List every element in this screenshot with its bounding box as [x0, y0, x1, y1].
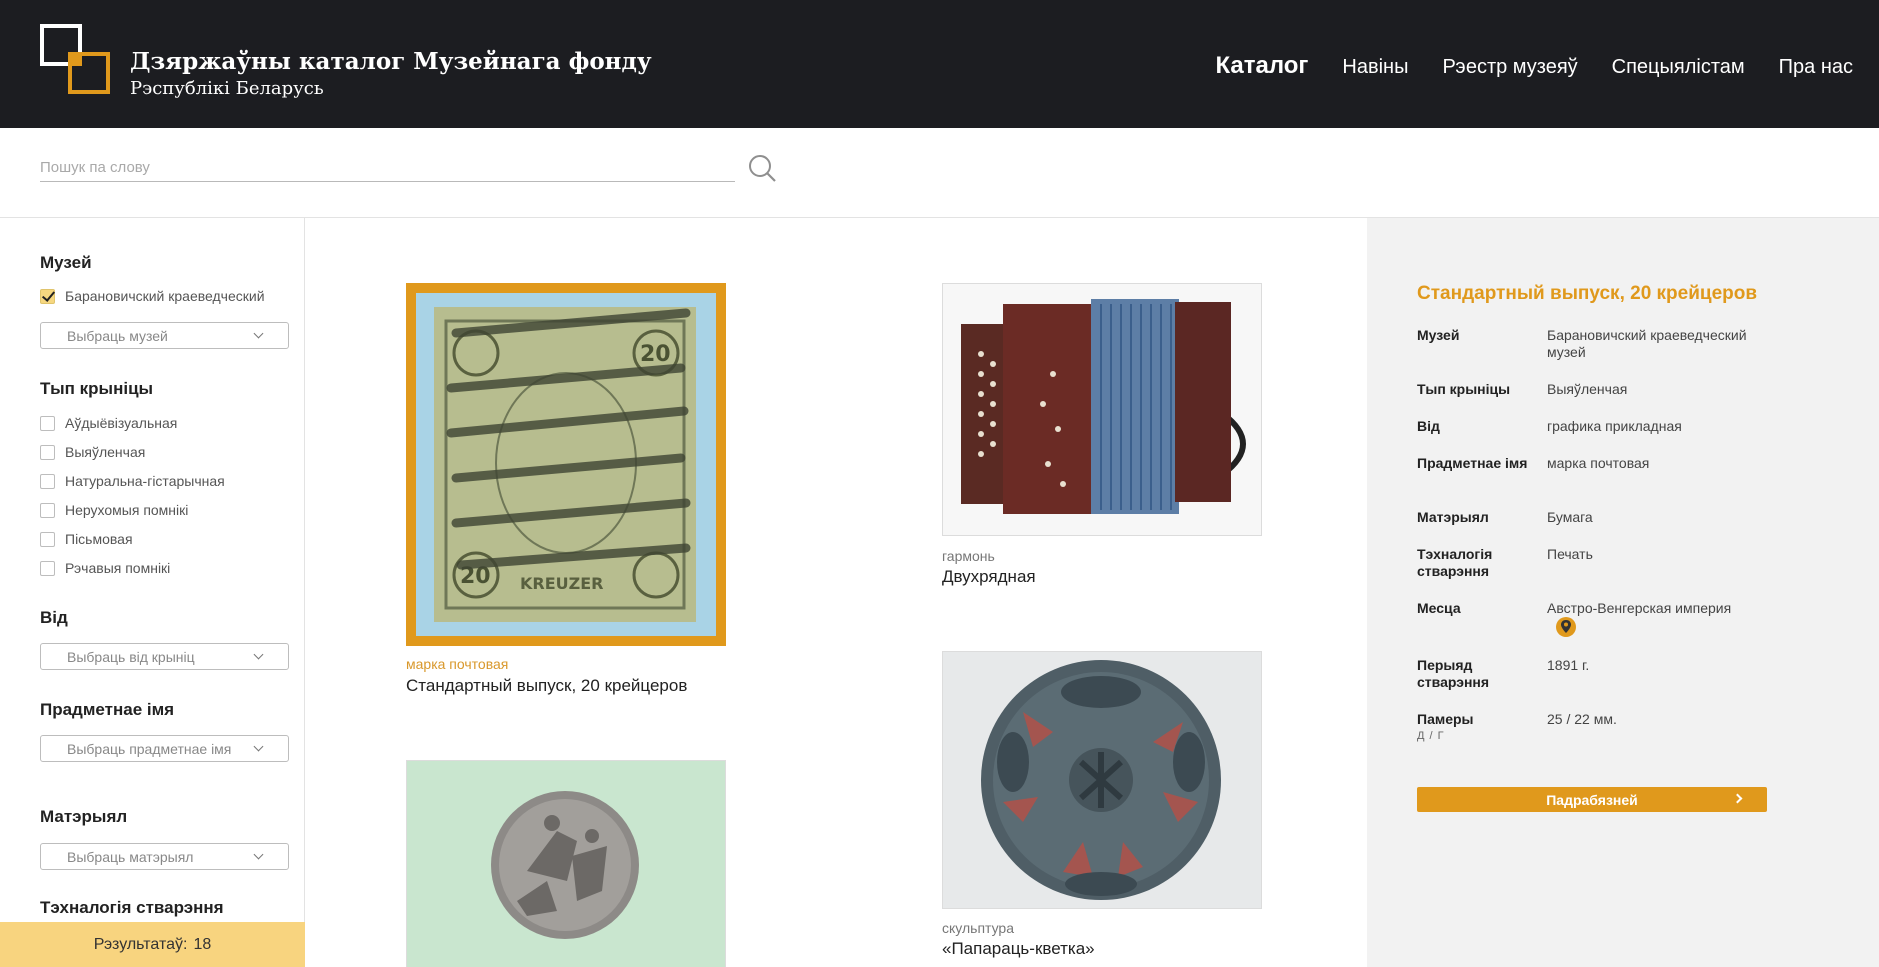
card-title[interactable]: Стандартный выпуск, 20 крейцеров: [406, 676, 687, 696]
detail-label: Тэхналогія стварэння: [1417, 546, 1493, 579]
select-subject[interactable]: Выбраць прадметнае імя: [40, 735, 289, 762]
nav-museum-registry[interactable]: Рэестр музеяў: [1442, 56, 1577, 79]
more-details-button[interactable]: Падрабязней: [1417, 787, 1767, 812]
filter-source-option[interactable]: Выяўленчая: [40, 444, 145, 460]
accordion-image: [943, 284, 1261, 535]
detail-label: Перыяд стварэння: [1417, 657, 1490, 690]
checkbox-label: Выяўленчая: [65, 444, 146, 460]
sculpture-image: [943, 652, 1261, 908]
checkbox-label: Нерухомыя помнікі: [65, 502, 189, 518]
results-label: Рэзультатаў:: [93, 935, 188, 953]
detail-value: графика прикладная: [1547, 418, 1682, 434]
main-nav: Каталог Навіны Рэестр музеяў Спецыяліста…: [1215, 52, 1853, 80]
checkbox-label: Барановичский краеведческий: [65, 288, 265, 304]
filter-source-option[interactable]: Рэчавыя помнікі: [40, 560, 170, 576]
filter-source-title: Тып крыніцы: [40, 379, 154, 398]
card-image-stamp[interactable]: 20 20 KREUZER: [406, 283, 726, 646]
filter-kind-title: Від: [40, 608, 68, 627]
filter-source-option[interactable]: Натуральна-гістарычная: [40, 473, 225, 489]
search-bar: [40, 155, 735, 182]
stamp-image: 20 20 KREUZER: [416, 293, 716, 636]
chevron-right-icon: [1732, 793, 1743, 804]
checkbox[interactable]: [40, 415, 55, 431]
detail-label: Тып крыніцы: [1417, 381, 1511, 397]
card-type: марка почтовая: [406, 656, 509, 672]
detail-value: марка почтовая: [1547, 455, 1650, 471]
card-type: гармонь: [942, 548, 995, 564]
checkbox-label: Натуральна-гістарычная: [65, 473, 225, 489]
detail-label: Музей: [1417, 327, 1460, 343]
card-image-sculpture[interactable]: [942, 651, 1262, 909]
chevron-down-icon: [253, 328, 264, 339]
checkbox[interactable]: [40, 531, 55, 547]
site-logo[interactable]: [40, 24, 112, 96]
checkbox-label: Аўдыёвізуальная: [65, 415, 178, 431]
svg-text:20: 20: [640, 342, 671, 367]
select-material[interactable]: Выбраць матэрыял: [40, 843, 289, 870]
detail-label-dimensions: Памеры Д / Г: [1417, 711, 1537, 745]
nav-catalog[interactable]: Каталог: [1215, 52, 1308, 80]
detail-value: Бумага: [1547, 509, 1593, 525]
map-pin-icon[interactable]: [1555, 616, 1577, 638]
detail-label: Прадметнае імя: [1417, 455, 1528, 471]
chevron-down-icon: [253, 849, 264, 860]
detail-label-sub: Д / Г: [1417, 730, 1445, 742]
detail-label: Від: [1417, 418, 1440, 434]
filter-material-title: Матэрыял: [40, 807, 128, 826]
card-type: скульптура: [942, 920, 1015, 936]
checkbox[interactable]: [40, 502, 55, 518]
checkbox[interactable]: [40, 560, 55, 576]
checkbox-label: Рэчавыя помнікі: [65, 560, 171, 576]
detail-label: Месца: [1417, 600, 1461, 616]
select-kind[interactable]: Выбраць від крыніц: [40, 643, 289, 670]
detail-panel: Стандартный выпуск, 20 крейцеров Музей Б…: [1367, 218, 1879, 967]
card-title[interactable]: «Папараць-кветка»: [942, 939, 1095, 959]
filter-sidebar: Музей Барановичский краеведческий Выбрац…: [0, 218, 305, 967]
more-details-label: Падрабязней: [1546, 791, 1638, 808]
filter-museum-checked[interactable]: Барановичский краеведческий: [40, 288, 265, 304]
site-header: Дзяржаўны каталог Музейнага фонду Рэспуб…: [0, 0, 1879, 128]
detail-value: 25 / 22 мм.: [1547, 711, 1617, 727]
coin-image: [407, 761, 725, 967]
site-title[interactable]: Дзяржаўны каталог Музейнага фонду: [130, 48, 652, 75]
checkbox-label: Пісьмовая: [65, 531, 133, 547]
filter-subject-title: Прадметнае імя: [40, 700, 175, 719]
select-museum[interactable]: Выбраць музей: [40, 322, 289, 349]
detail-value: Барановичский краеведческий музей: [1547, 327, 1747, 360]
filter-source-option[interactable]: Пісьмовая: [40, 531, 133, 547]
nav-about[interactable]: Пра нас: [1779, 56, 1853, 79]
nav-news[interactable]: Навіны: [1342, 56, 1408, 79]
results-count-bar: Рэзультатаў: 18: [0, 922, 305, 967]
chevron-down-icon: [253, 741, 264, 752]
card-image-coin[interactable]: [406, 760, 726, 967]
results-count: 18: [193, 935, 212, 953]
checkbox-checked[interactable]: [40, 288, 55, 304]
svg-text:KREUZER: KREUZER: [520, 574, 604, 593]
detail-value: Австро-Венгерская империя: [1547, 600, 1732, 616]
chevron-down-icon: [253, 649, 264, 660]
nav-specialists[interactable]: Спецыялістам: [1612, 56, 1745, 79]
checkbox[interactable]: [40, 473, 55, 489]
search-input[interactable]: [40, 155, 735, 179]
select-subject-label: Выбраць прадметнае імя: [67, 741, 232, 757]
detail-title: Стандартный выпуск, 20 крейцеров: [1417, 283, 1758, 304]
card-image-accordion[interactable]: [942, 283, 1262, 536]
filter-museum-title: Музей: [40, 253, 92, 272]
detail-value: 1891 г.: [1547, 657, 1590, 673]
detail-value: Выяўленчая: [1547, 381, 1628, 397]
detail-label: Матэрыял: [1417, 509, 1489, 525]
filter-source-option[interactable]: Нерухомыя помнікі: [40, 502, 188, 518]
checkbox[interactable]: [40, 444, 55, 460]
select-museum-label: Выбраць музей: [67, 328, 168, 344]
detail-label: Памеры: [1417, 711, 1474, 727]
search-icon[interactable]: [747, 153, 777, 183]
logo-overlap: [68, 52, 82, 66]
filter-source-option[interactable]: Аўдыёвізуальная: [40, 415, 177, 431]
filter-technology-title: Тэхналогія стварэння: [40, 898, 224, 917]
select-kind-label: Выбраць від крыніц: [67, 649, 195, 665]
site-subtitle: Рэспублікі Беларусь: [130, 78, 324, 99]
select-material-label: Выбраць матэрыял: [67, 849, 194, 865]
detail-value: Печать: [1547, 546, 1593, 562]
card-title[interactable]: Двухрядная: [942, 567, 1036, 587]
